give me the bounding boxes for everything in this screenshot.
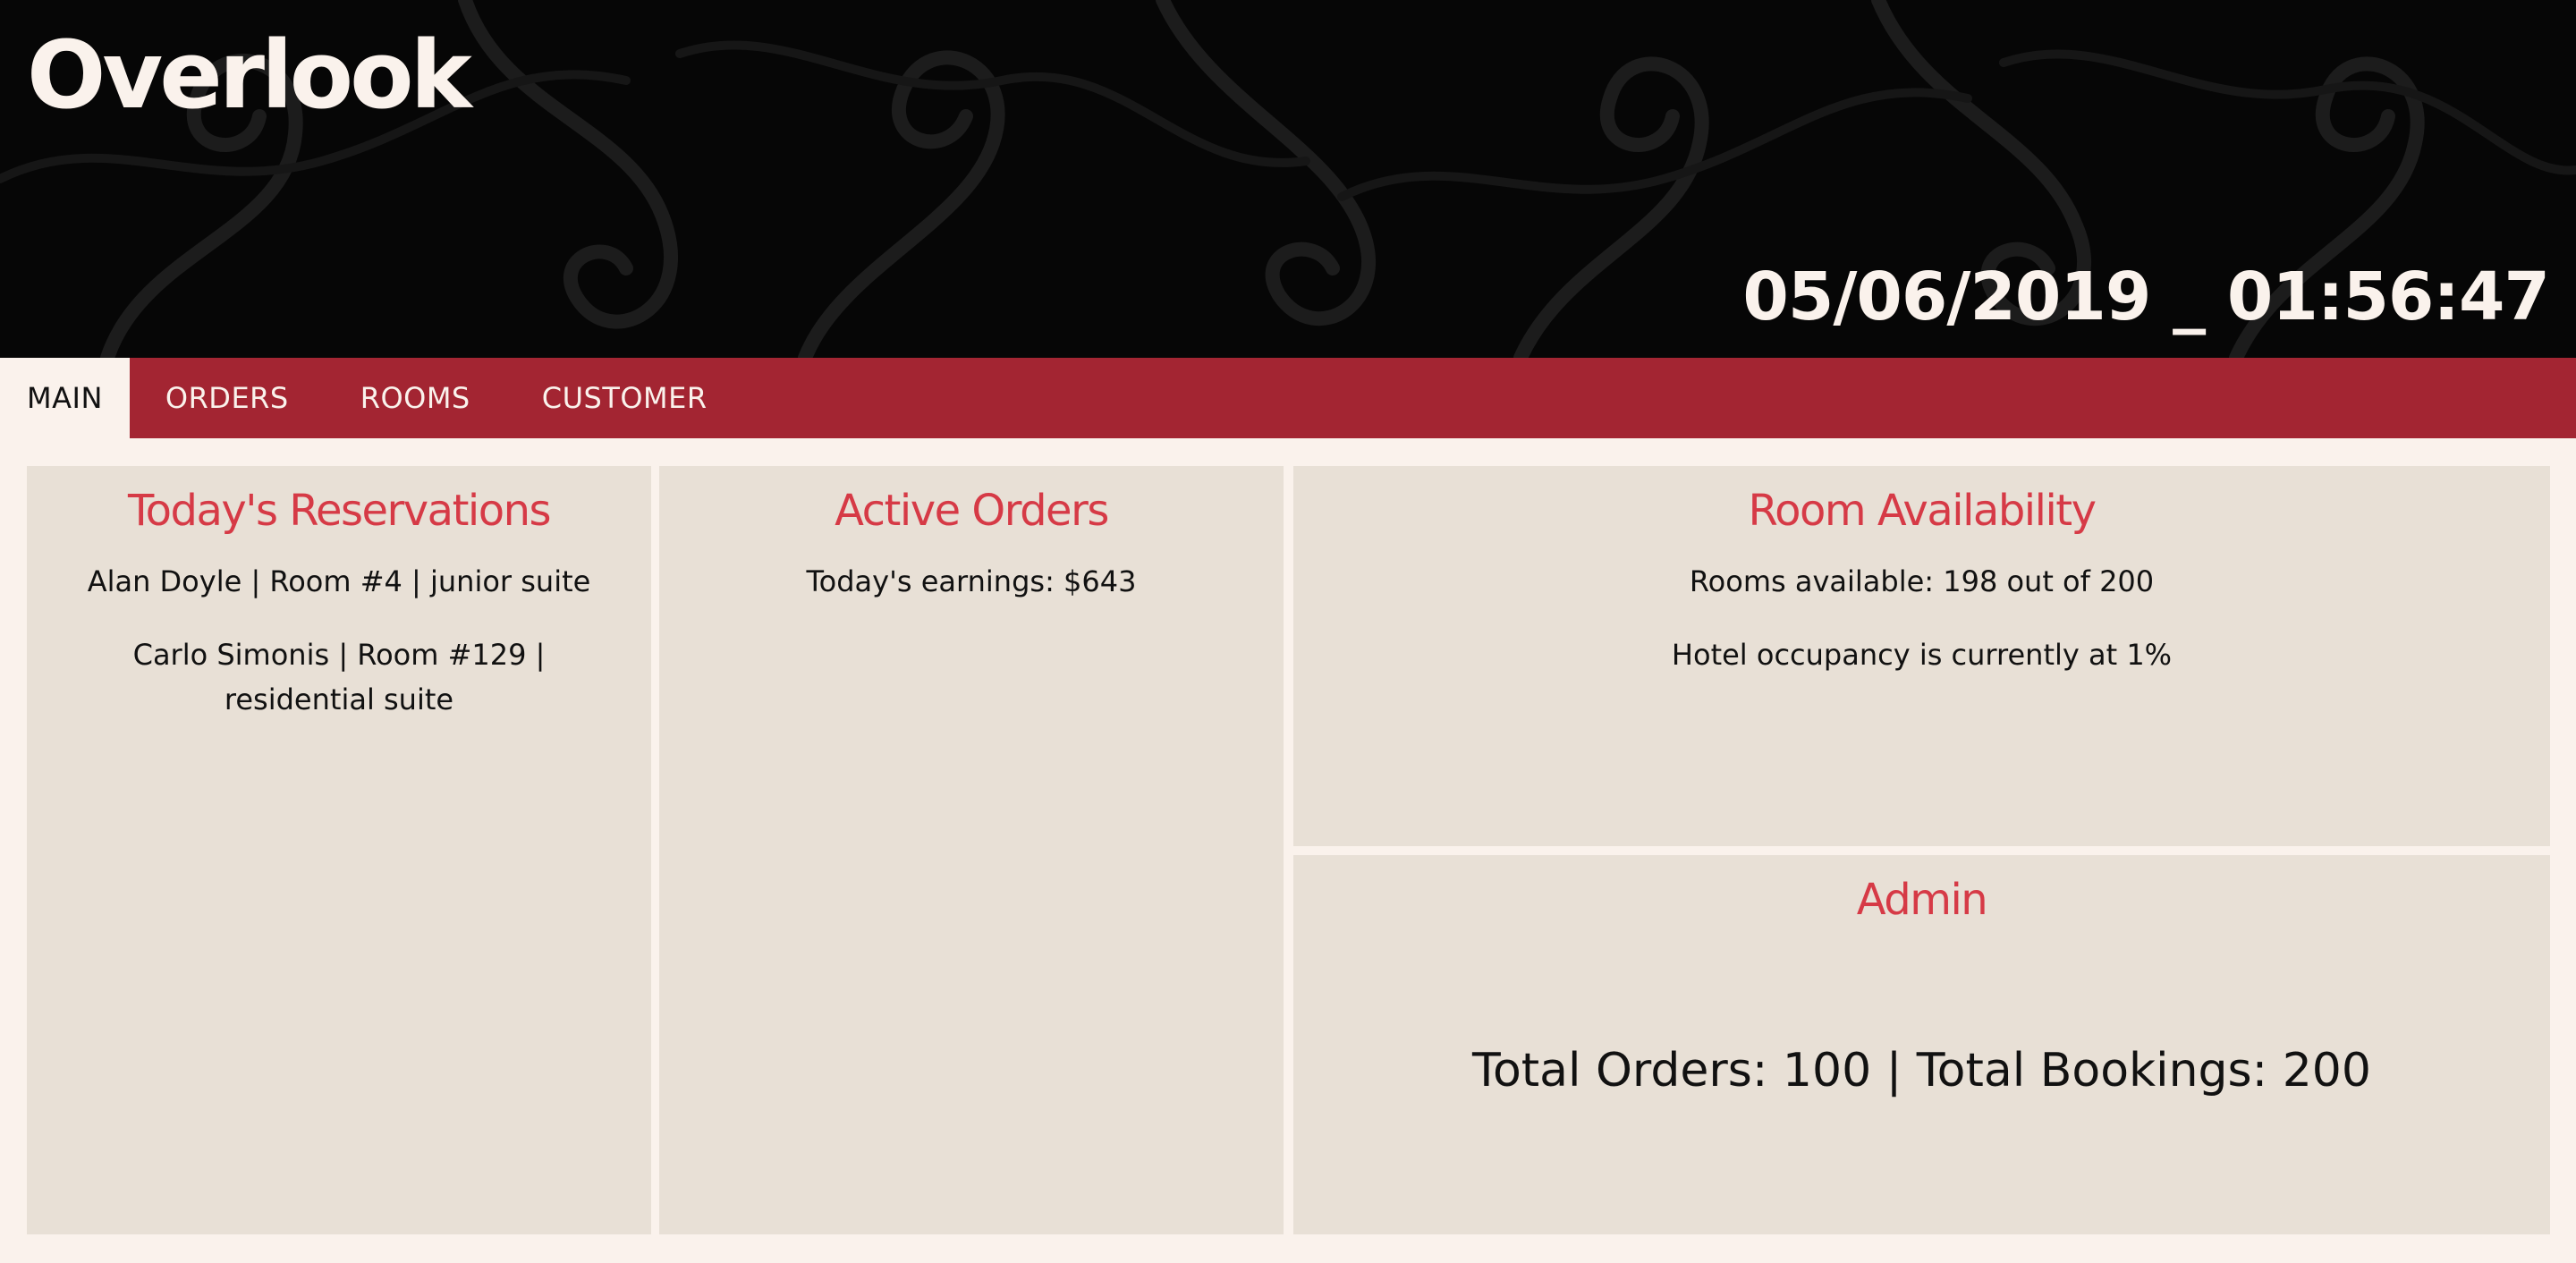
list-item: Carlo Simonis | Room #129 | residential …: [132, 637, 546, 716]
todays-earnings: Today's earnings: $643: [806, 564, 1137, 598]
tab-main[interactable]: MAIN: [0, 358, 130, 438]
room-availability-panel: Room Availability Rooms available: 198 o…: [1293, 466, 2550, 846]
tab-rooms[interactable]: ROOMS: [325, 358, 506, 438]
hotel-occupancy: Hotel occupancy is currently at 1%: [1671, 637, 2173, 672]
current-datetime: 05/06/2019 _ 01:56:47: [1742, 259, 2550, 335]
active-orders-title: Active Orders: [835, 486, 1109, 536]
reservations-list: Alan Doyle | Room #4 | junior suite Carl…: [27, 538, 651, 722]
active-orders-panel: Active Orders Today's earnings: $643: [659, 466, 1284, 1234]
tab-orders[interactable]: ORDERS: [130, 358, 325, 438]
main-nav: MAIN ORDERS ROOMS CUSTOMER: [0, 358, 2576, 438]
room-availability-title: Room Availability: [1748, 486, 2097, 536]
reservations-panel: Today's Reservations Alan Doyle | Room #…: [27, 466, 651, 1234]
admin-panel: Admin Total Orders: 100 | Total Bookings…: [1293, 855, 2550, 1234]
room-stats: Rooms available: 198 out of 200 Hotel oc…: [1293, 538, 2550, 677]
app-logo-title: Overlook: [27, 21, 472, 130]
rooms-available: Rooms available: 198 out of 200: [1689, 564, 2155, 598]
orders-list: Today's earnings: $643: [659, 538, 1284, 604]
header-banner: Overlook 05/06/2019 _ 01:56:47: [0, 0, 2576, 358]
reservations-title: Today's Reservations: [127, 486, 552, 536]
admin-title: Admin: [1856, 875, 1988, 925]
tab-customer[interactable]: CUSTOMER: [506, 358, 743, 438]
list-item: Alan Doyle | Room #4 | junior suite: [87, 564, 591, 598]
admin-totals: Total Orders: 100 | Total Bookings: 200: [1472, 1044, 2371, 1098]
